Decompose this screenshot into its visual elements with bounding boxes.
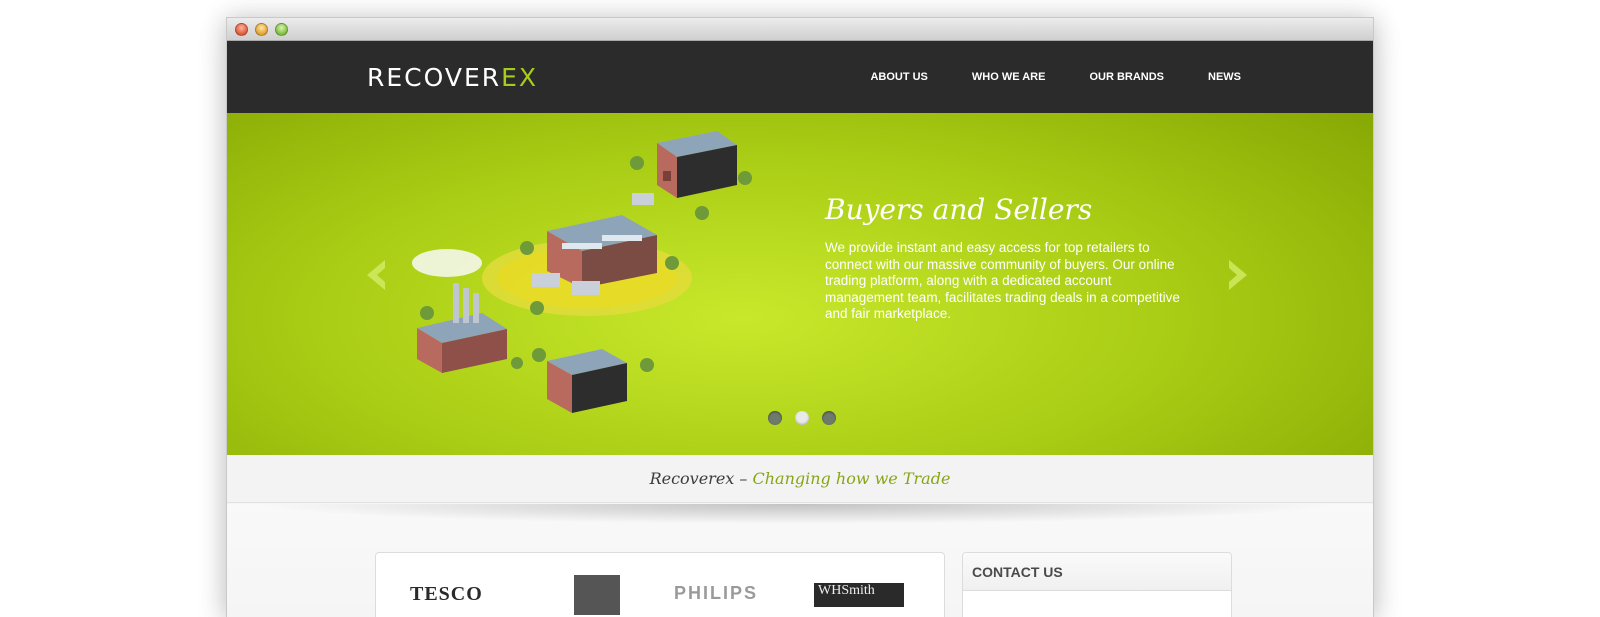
building-bottom (547, 349, 627, 413)
slider-pagination (768, 411, 836, 425)
slider-dot-2[interactable] (795, 411, 809, 425)
site-header: RECOVEREX ABOUT US WHO WE ARE OUR BRANDS… (227, 41, 1373, 113)
logo-main-text: RECOVER (367, 63, 502, 92)
tagline: Recoverex – Changing how we Trade (227, 455, 1373, 488)
brand-logo-dark-block[interactable] (574, 575, 620, 615)
window-titlebar (227, 18, 1373, 41)
nav-item-about-us[interactable]: ABOUT US (870, 71, 927, 83)
brand-logo-whsmith[interactable]: WHSmith (814, 583, 904, 607)
tagline-slogan: Changing how we Trade (752, 469, 951, 488)
section-shadow (257, 504, 1337, 524)
slider-dot-3[interactable] (822, 411, 836, 425)
nav-item-news[interactable]: NEWS (1208, 71, 1241, 83)
factory-top (657, 131, 737, 198)
slider-dot-1[interactable] (768, 411, 782, 425)
contact-title: CONTACT US (963, 553, 1231, 591)
hero-slider: Buyers and Sellers We provide instant an… (227, 113, 1373, 455)
browser-window: RECOVEREX ABOUT US WHO WE ARE OUR BRANDS… (226, 17, 1374, 617)
site-logo[interactable]: RECOVEREX (367, 63, 538, 93)
slider-next-arrow-icon[interactable] (1227, 258, 1251, 292)
hero-description: We provide instant and easy access for t… (825, 240, 1180, 321)
close-window-button[interactable] (235, 23, 248, 36)
tagline-brand: Recoverex (649, 469, 735, 488)
industrial-town-illustration (412, 131, 752, 413)
maximize-window-button[interactable] (275, 23, 288, 36)
slider-prev-arrow-icon[interactable] (363, 258, 387, 292)
logo-accent-text: EX (501, 63, 539, 92)
nav-item-who-we-are[interactable]: WHO WE ARE (972, 71, 1046, 83)
nav-item-our-brands[interactable]: OUR BRANDS (1089, 71, 1164, 83)
minimize-window-button[interactable] (255, 23, 268, 36)
main-nav: ABOUT US WHO WE ARE OUR BRANDS NEWS (826, 71, 1241, 83)
tagline-bar: Recoverex – Changing how we Trade (227, 455, 1373, 503)
brand-logo-tesco[interactable]: TESCO (410, 583, 483, 606)
content-section: TESCO PHILIPS WHSmith CONTACT US (227, 504, 1373, 617)
tagline-separator: – (734, 469, 753, 488)
hero-title: Buyers and Sellers (825, 193, 1093, 226)
contact-panel: CONTACT US (962, 552, 1232, 617)
brand-logo-philips[interactable]: PHILIPS (674, 583, 758, 604)
brands-panel: TESCO PHILIPS WHSmith (375, 552, 945, 617)
